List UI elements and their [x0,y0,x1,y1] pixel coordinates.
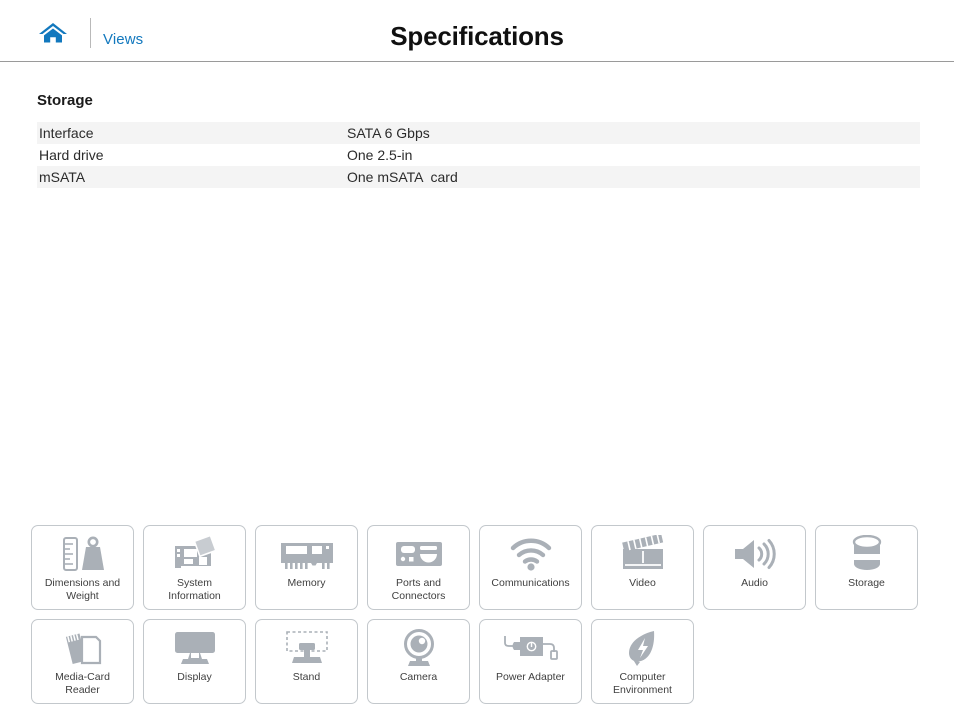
ruler-weight-icon [32,532,133,576]
category-card-video[interactable]: Video [591,525,694,610]
table-row: Hard drive One 2.5-in [37,144,920,166]
category-label: Memory [287,577,326,589]
category-card-ports-and-connectors[interactable]: Ports and Connectors [367,525,470,610]
icon-row: Dimensions and Weight System Information [31,525,923,610]
table-row: mSATA One mSATA card [37,166,920,188]
power-adapter-icon [480,626,581,670]
motherboard-icon [144,532,245,576]
app-header: Views Specifications [0,0,954,62]
category-icon-grid: Dimensions and Weight System Information [31,525,923,713]
category-card-storage[interactable]: Storage [815,525,918,610]
specifications-table: Interface SATA 6 Gbps Hard drive One 2.5… [37,122,920,188]
category-card-stand[interactable]: Stand [255,619,358,704]
speaker-icon [704,532,805,576]
category-card-power-adapter[interactable]: Power Adapter [479,619,582,704]
spec-key: mSATA [39,169,86,185]
category-label: Stand [292,671,321,683]
category-label: Ports and Connectors [391,577,446,602]
wifi-icon [480,532,581,576]
category-label: Video [629,577,656,589]
table-row: Interface SATA 6 Gbps [37,122,920,144]
spec-value: One 2.5-in [347,147,413,163]
category-label: Display [177,671,212,683]
category-label: Audio [741,577,768,589]
memory-module-icon [256,532,357,576]
category-card-media-card-reader[interactable]: Media-Card Reader [31,619,134,704]
category-label: Media-Card Reader [55,671,110,696]
spec-key: Interface [39,125,94,141]
category-label: Storage [848,577,885,589]
leaf-bolt-icon [592,626,693,670]
category-card-dimensions-and-weight[interactable]: Dimensions and Weight [31,525,134,610]
category-label: Computer Environment [613,671,672,696]
icon-row: Media-Card Reader Display Stand Camera P… [31,619,923,704]
clapperboard-icon [592,532,693,576]
webcam-icon [368,626,469,670]
category-card-computer-environment[interactable]: Computer Environment [591,619,694,704]
category-card-memory[interactable]: Memory [255,525,358,610]
category-label: Communications [491,577,570,589]
spec-value: SATA 6 Gbps [347,125,430,141]
ports-icon [368,532,469,576]
category-card-display[interactable]: Display [143,619,246,704]
spec-key: Hard drive [39,147,104,163]
category-label: Dimensions and Weight [44,577,121,602]
spec-value: One mSATA card [347,169,458,185]
drive-cylinder-icon [816,532,917,576]
category-label: Power Adapter [496,671,565,683]
content-area: Storage Interface SATA 6 Gbps Hard drive… [0,62,954,507]
category-card-communications[interactable]: Communications [479,525,582,610]
stand-icon [256,626,357,670]
category-card-audio[interactable]: Audio [703,525,806,610]
section-title: Storage [37,92,93,109]
category-card-camera[interactable]: Camera [367,619,470,704]
page-title: Specifications [390,21,564,51]
category-card-system-information[interactable]: System Information [143,525,246,610]
memory-card-icon [32,626,133,670]
category-label: System Information [168,577,221,602]
category-label: Camera [399,671,438,683]
monitor-icon [144,626,245,670]
